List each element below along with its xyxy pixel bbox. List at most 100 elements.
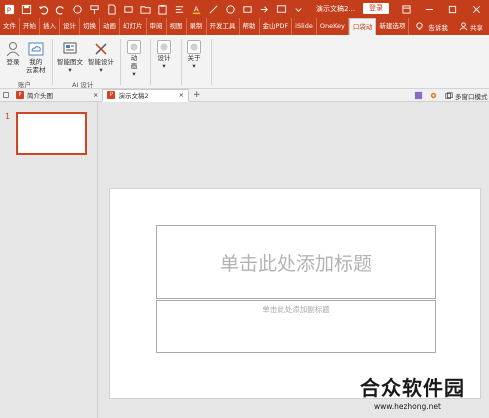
tell-me-search[interactable]: 告诉我: [415, 22, 448, 32]
ribbon-divider: [52, 39, 53, 85]
slide-canvas[interactable]: 单击此处添加标题 单击此处添加副标题: [109, 188, 481, 399]
smart-design-label: 智能设计: [88, 58, 114, 66]
dropdown-icon: ▾: [162, 62, 166, 70]
settings-gear-icon[interactable]: [429, 91, 438, 100]
customize-qa-icon[interactable]: [292, 3, 305, 16]
subtitle-placeholder[interactable]: 单击此处添加副标题: [156, 300, 436, 353]
smart-design-icon: [92, 40, 110, 58]
slide-thumbnail[interactable]: [16, 112, 87, 155]
ribbon-panel: 登录 我的 云素材 账户 智能图文 ▾ 智能设计 ▾ AI 设计 动 画 ▾ 设…: [0, 35, 489, 89]
tab-new-options[interactable]: 新建选项: [376, 18, 410, 35]
group-ai-label: AI 设计: [72, 81, 94, 89]
ribbon-display-icon[interactable]: [395, 0, 417, 18]
open-icon[interactable]: [139, 3, 152, 16]
ribbon-divider: [150, 39, 151, 85]
present-icon[interactable]: [275, 3, 288, 16]
tab-record[interactable]: 录制: [187, 18, 207, 35]
title-bar: P A 演示文稿2... 登录: [0, 0, 489, 18]
multi-window-toggle[interactable]: 多窗口模式: [445, 89, 488, 102]
doc-tab-label: 简介头图: [27, 92, 53, 100]
ppt-file-icon: P: [16, 91, 24, 99]
login-ribbon-button[interactable]: 登录: [4, 40, 22, 66]
login-label: 登录: [6, 58, 20, 66]
quick-access-toolbar: P A: [0, 0, 309, 18]
animation-button[interactable]: 动 画 ▾: [127, 40, 141, 78]
tab-help[interactable]: 帮助: [240, 18, 260, 35]
ribbon-divider: [181, 39, 182, 85]
tab-view[interactable]: 视图: [167, 18, 187, 35]
person-icon: [459, 22, 468, 31]
tab-developer[interactable]: 开发工具: [207, 18, 240, 35]
tab-file[interactable]: 文件: [0, 18, 20, 35]
share-label: 共享: [470, 23, 483, 32]
my-cloud-label-1: 我的: [29, 58, 43, 66]
smart-image-button[interactable]: 智能图文 ▾: [57, 40, 83, 74]
dropdown-icon: ▾: [132, 70, 136, 78]
animation-label-1: 动: [130, 54, 138, 62]
pin-icon[interactable]: [0, 89, 12, 102]
font-color-icon[interactable]: A: [190, 3, 203, 16]
about-icon: [187, 40, 201, 54]
smart-image-label: 智能图文: [57, 58, 83, 66]
shape-line-icon[interactable]: [207, 3, 220, 16]
dropdown-icon: ▾: [192, 62, 196, 70]
smart-image-icon: [61, 40, 79, 58]
doc-tab-presentation2[interactable]: P 演示文稿2 ×: [102, 88, 190, 102]
tab-pocket-animation[interactable]: 口袋动: [348, 18, 377, 35]
save-icon[interactable]: [20, 3, 33, 16]
print-preview-icon[interactable]: [122, 3, 135, 16]
slide-editing-area: 单击此处添加标题 单击此处添加副标题: [99, 102, 489, 418]
slide-number: 1: [5, 112, 11, 121]
design-button[interactable]: 设计 ▾: [157, 40, 171, 70]
format-painter-icon[interactable]: [88, 3, 101, 16]
share-button[interactable]: 共享: [459, 18, 483, 35]
tab-kingsoft-pdf[interactable]: 金山PDF: [260, 18, 293, 35]
tab-onekey[interactable]: OneKey: [317, 18, 349, 35]
close-tab-icon[interactable]: ×: [93, 91, 98, 99]
paste-icon[interactable]: [156, 3, 169, 16]
tab-islide[interactable]: iSlide: [292, 18, 317, 35]
my-cloud-button[interactable]: 我的 云素材: [26, 40, 46, 74]
align-icon[interactable]: [173, 3, 186, 16]
ppt-app-icon: P: [3, 3, 16, 16]
undo-icon[interactable]: [37, 3, 50, 16]
redo-icon[interactable]: [54, 3, 67, 16]
tab-review[interactable]: 审阅: [147, 18, 167, 35]
about-button[interactable]: 关于 ▾: [187, 40, 201, 70]
tab-home[interactable]: 开始: [20, 18, 40, 35]
tab-transitions[interactable]: 切换: [80, 18, 100, 35]
cloud-folder-icon: [27, 40, 45, 58]
shape-rect-icon[interactable]: [241, 3, 254, 16]
design-icon: [157, 40, 171, 54]
tab-design[interactable]: 设计: [60, 18, 80, 35]
lightbulb-icon: [416, 22, 424, 30]
watermark-url: www.hezhong.net: [374, 402, 441, 411]
new-tab-icon[interactable]: +: [193, 90, 201, 100]
close-icon[interactable]: [465, 0, 487, 18]
shape-circle-icon[interactable]: [224, 3, 237, 16]
tab-slideshow[interactable]: 幻灯片: [120, 18, 147, 35]
watermark-name: 合众软件园: [360, 376, 465, 400]
login-button[interactable]: 登录: [363, 3, 389, 14]
dropdown-icon: ▾: [68, 66, 72, 74]
svg-text:A: A: [194, 4, 199, 13]
doc-tab-intro[interactable]: P 简介头图 ×: [12, 89, 102, 102]
tab-animations[interactable]: 动画: [100, 18, 120, 35]
tab-insert[interactable]: 插入: [40, 18, 60, 35]
minimize-icon[interactable]: [418, 0, 440, 18]
maximize-icon[interactable]: [441, 0, 463, 18]
title-placeholder[interactable]: 单击此处添加标题: [156, 225, 436, 299]
my-cloud-label-2: 云素材: [26, 66, 46, 74]
repeat-icon[interactable]: [71, 3, 84, 16]
extension-icon[interactable]: [414, 91, 423, 100]
multi-window-icon: [445, 91, 453, 99]
smart-design-button[interactable]: 智能设计 ▾: [88, 40, 114, 74]
new-file-icon[interactable]: [105, 3, 118, 16]
user-icon: [4, 40, 22, 58]
svg-text:P: P: [7, 5, 12, 14]
doc-tab-label: 演示文稿2: [118, 92, 149, 100]
design-label: 设计: [157, 54, 171, 62]
ribbon-tabs: 文件 开始 插入 设计 切换 动画 幻灯片 审阅 视图 录制 开发工具 帮助 金…: [0, 18, 489, 35]
close-tab-icon[interactable]: ×: [179, 91, 184, 99]
arrow-icon[interactable]: [258, 3, 271, 16]
